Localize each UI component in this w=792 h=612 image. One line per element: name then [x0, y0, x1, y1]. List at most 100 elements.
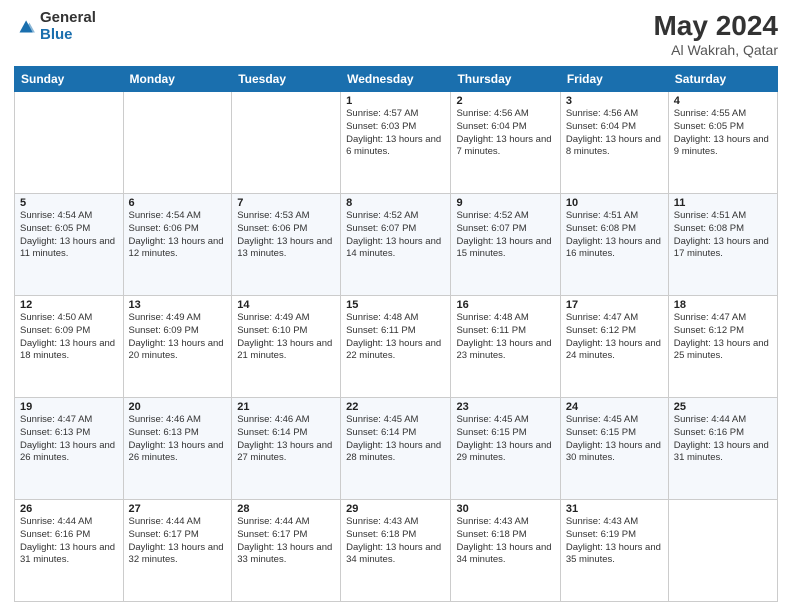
cell-date-number: 2	[456, 95, 554, 107]
calendar-cell: 22Sunrise: 4:45 AM Sunset: 6:14 PM Dayli…	[341, 398, 451, 500]
calendar-cell: 12Sunrise: 4:50 AM Sunset: 6:09 PM Dayli…	[15, 296, 124, 398]
cell-info-text: Sunrise: 4:54 AM Sunset: 6:06 PM Dayligh…	[129, 210, 227, 261]
col-header-monday: Monday	[123, 67, 232, 92]
cell-date-number: 26	[20, 503, 118, 515]
calendar-cell: 31Sunrise: 4:43 AM Sunset: 6:19 PM Dayli…	[560, 500, 668, 602]
cell-info-text: Sunrise: 4:51 AM Sunset: 6:08 PM Dayligh…	[674, 210, 772, 261]
calendar-cell: 25Sunrise: 4:44 AM Sunset: 6:16 PM Dayli…	[668, 398, 777, 500]
calendar-cell: 8Sunrise: 4:52 AM Sunset: 6:07 PM Daylig…	[341, 194, 451, 296]
cell-date-number: 31	[566, 503, 663, 515]
calendar-cell: 24Sunrise: 4:45 AM Sunset: 6:15 PM Dayli…	[560, 398, 668, 500]
col-header-sunday: Sunday	[15, 67, 124, 92]
cell-info-text: Sunrise: 4:49 AM Sunset: 6:09 PM Dayligh…	[129, 312, 227, 363]
cell-info-text: Sunrise: 4:48 AM Sunset: 6:11 PM Dayligh…	[346, 312, 445, 363]
cell-info-text: Sunrise: 4:45 AM Sunset: 6:14 PM Dayligh…	[346, 414, 445, 465]
cell-info-text: Sunrise: 4:48 AM Sunset: 6:11 PM Dayligh…	[456, 312, 554, 363]
cell-date-number: 24	[566, 401, 663, 413]
page: General Blue May 2024 Al Wakrah, Qatar S…	[0, 0, 792, 612]
calendar-cell: 16Sunrise: 4:48 AM Sunset: 6:11 PM Dayli…	[451, 296, 560, 398]
cell-info-text: Sunrise: 4:46 AM Sunset: 6:14 PM Dayligh…	[237, 414, 335, 465]
cell-date-number: 1	[346, 95, 445, 107]
calendar-cell: 3Sunrise: 4:56 AM Sunset: 6:04 PM Daylig…	[560, 92, 668, 194]
calendar-cell: 29Sunrise: 4:43 AM Sunset: 6:18 PM Dayli…	[341, 500, 451, 602]
calendar-cell: 28Sunrise: 4:44 AM Sunset: 6:17 PM Dayli…	[232, 500, 341, 602]
calendar-cell: 7Sunrise: 4:53 AM Sunset: 6:06 PM Daylig…	[232, 194, 341, 296]
calendar-cell: 27Sunrise: 4:44 AM Sunset: 6:17 PM Dayli…	[123, 500, 232, 602]
col-header-thursday: Thursday	[451, 67, 560, 92]
calendar-cell: 18Sunrise: 4:47 AM Sunset: 6:12 PM Dayli…	[668, 296, 777, 398]
title-month: May 2024	[653, 10, 778, 42]
cell-date-number: 11	[674, 197, 772, 209]
calendar-week-1: 5Sunrise: 4:54 AM Sunset: 6:05 PM Daylig…	[15, 194, 778, 296]
cell-date-number: 5	[20, 197, 118, 209]
cell-info-text: Sunrise: 4:47 AM Sunset: 6:13 PM Dayligh…	[20, 414, 118, 465]
title-block: May 2024 Al Wakrah, Qatar	[653, 10, 778, 58]
calendar-table: SundayMondayTuesdayWednesdayThursdayFrid…	[14, 66, 778, 602]
cell-date-number: 27	[129, 503, 227, 515]
cell-info-text: Sunrise: 4:44 AM Sunset: 6:17 PM Dayligh…	[129, 516, 227, 567]
cell-info-text: Sunrise: 4:47 AM Sunset: 6:12 PM Dayligh…	[566, 312, 663, 363]
logo-text: General Blue	[40, 10, 96, 43]
calendar-week-2: 12Sunrise: 4:50 AM Sunset: 6:09 PM Dayli…	[15, 296, 778, 398]
calendar-cell: 14Sunrise: 4:49 AM Sunset: 6:10 PM Dayli…	[232, 296, 341, 398]
cell-date-number: 9	[456, 197, 554, 209]
cell-date-number: 28	[237, 503, 335, 515]
logo-icon	[14, 16, 36, 38]
calendar-cell: 1Sunrise: 4:57 AM Sunset: 6:03 PM Daylig…	[341, 92, 451, 194]
calendar-cell: 6Sunrise: 4:54 AM Sunset: 6:06 PM Daylig…	[123, 194, 232, 296]
calendar-cell	[123, 92, 232, 194]
title-location: Al Wakrah, Qatar	[653, 42, 778, 58]
cell-date-number: 21	[237, 401, 335, 413]
calendar-cell	[15, 92, 124, 194]
cell-info-text: Sunrise: 4:45 AM Sunset: 6:15 PM Dayligh…	[456, 414, 554, 465]
calendar-cell: 15Sunrise: 4:48 AM Sunset: 6:11 PM Dayli…	[341, 296, 451, 398]
cell-info-text: Sunrise: 4:43 AM Sunset: 6:18 PM Dayligh…	[456, 516, 554, 567]
cell-info-text: Sunrise: 4:53 AM Sunset: 6:06 PM Dayligh…	[237, 210, 335, 261]
calendar-cell: 4Sunrise: 4:55 AM Sunset: 6:05 PM Daylig…	[668, 92, 777, 194]
calendar-header-row: SundayMondayTuesdayWednesdayThursdayFrid…	[15, 67, 778, 92]
cell-info-text: Sunrise: 4:43 AM Sunset: 6:19 PM Dayligh…	[566, 516, 663, 567]
cell-date-number: 20	[129, 401, 227, 413]
cell-date-number: 23	[456, 401, 554, 413]
calendar-week-3: 19Sunrise: 4:47 AM Sunset: 6:13 PM Dayli…	[15, 398, 778, 500]
cell-info-text: Sunrise: 4:44 AM Sunset: 6:16 PM Dayligh…	[20, 516, 118, 567]
col-header-tuesday: Tuesday	[232, 67, 341, 92]
logo-blue-text: Blue	[40, 27, 96, 44]
calendar-cell: 20Sunrise: 4:46 AM Sunset: 6:13 PM Dayli…	[123, 398, 232, 500]
calendar-cell: 11Sunrise: 4:51 AM Sunset: 6:08 PM Dayli…	[668, 194, 777, 296]
calendar-cell	[668, 500, 777, 602]
cell-info-text: Sunrise: 4:56 AM Sunset: 6:04 PM Dayligh…	[566, 108, 663, 159]
cell-date-number: 29	[346, 503, 445, 515]
cell-info-text: Sunrise: 4:49 AM Sunset: 6:10 PM Dayligh…	[237, 312, 335, 363]
logo: General Blue	[14, 10, 96, 43]
calendar-cell: 19Sunrise: 4:47 AM Sunset: 6:13 PM Dayli…	[15, 398, 124, 500]
calendar-cell: 10Sunrise: 4:51 AM Sunset: 6:08 PM Dayli…	[560, 194, 668, 296]
cell-info-text: Sunrise: 4:45 AM Sunset: 6:15 PM Dayligh…	[566, 414, 663, 465]
calendar-cell: 5Sunrise: 4:54 AM Sunset: 6:05 PM Daylig…	[15, 194, 124, 296]
logo-general-text: General	[40, 10, 96, 27]
cell-date-number: 3	[566, 95, 663, 107]
calendar-cell	[232, 92, 341, 194]
header: General Blue May 2024 Al Wakrah, Qatar	[14, 10, 778, 58]
cell-info-text: Sunrise: 4:46 AM Sunset: 6:13 PM Dayligh…	[129, 414, 227, 465]
col-header-friday: Friday	[560, 67, 668, 92]
calendar-cell: 9Sunrise: 4:52 AM Sunset: 6:07 PM Daylig…	[451, 194, 560, 296]
cell-date-number: 18	[674, 299, 772, 311]
cell-date-number: 12	[20, 299, 118, 311]
cell-date-number: 17	[566, 299, 663, 311]
cell-info-text: Sunrise: 4:52 AM Sunset: 6:07 PM Dayligh…	[456, 210, 554, 261]
calendar-cell: 26Sunrise: 4:44 AM Sunset: 6:16 PM Dayli…	[15, 500, 124, 602]
cell-info-text: Sunrise: 4:50 AM Sunset: 6:09 PM Dayligh…	[20, 312, 118, 363]
calendar-cell: 23Sunrise: 4:45 AM Sunset: 6:15 PM Dayli…	[451, 398, 560, 500]
cell-info-text: Sunrise: 4:44 AM Sunset: 6:17 PM Dayligh…	[237, 516, 335, 567]
calendar-week-4: 26Sunrise: 4:44 AM Sunset: 6:16 PM Dayli…	[15, 500, 778, 602]
cell-date-number: 6	[129, 197, 227, 209]
cell-info-text: Sunrise: 4:47 AM Sunset: 6:12 PM Dayligh…	[674, 312, 772, 363]
cell-info-text: Sunrise: 4:56 AM Sunset: 6:04 PM Dayligh…	[456, 108, 554, 159]
cell-date-number: 25	[674, 401, 772, 413]
calendar-cell: 2Sunrise: 4:56 AM Sunset: 6:04 PM Daylig…	[451, 92, 560, 194]
calendar-week-0: 1Sunrise: 4:57 AM Sunset: 6:03 PM Daylig…	[15, 92, 778, 194]
col-header-saturday: Saturday	[668, 67, 777, 92]
cell-info-text: Sunrise: 4:54 AM Sunset: 6:05 PM Dayligh…	[20, 210, 118, 261]
cell-info-text: Sunrise: 4:43 AM Sunset: 6:18 PM Dayligh…	[346, 516, 445, 567]
